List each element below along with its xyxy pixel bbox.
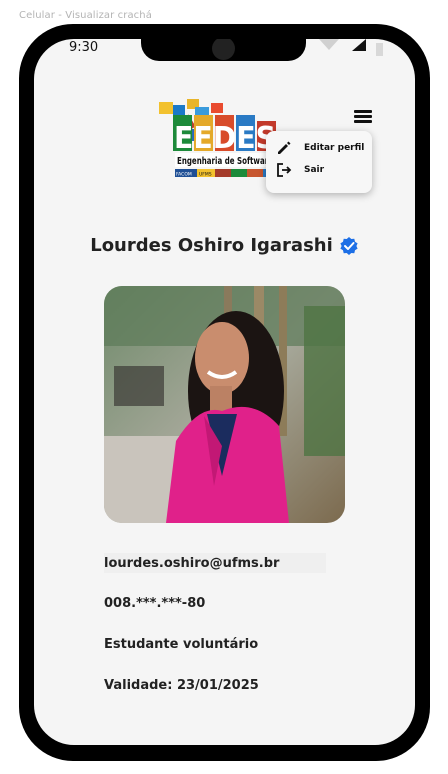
pencil-icon (278, 141, 291, 154)
profile-photo (104, 286, 345, 523)
hamburger-line (354, 110, 372, 113)
menu-item-edit-profile[interactable]: Editar perfil (276, 138, 372, 158)
profile-email: lourdes.oshiro@ufms.br (104, 556, 280, 571)
profile-role: Estudante voluntário (104, 637, 259, 652)
logout-icon (277, 163, 292, 177)
phone-frame: 9:30 EEDES Engenharia de Software FACOM … (19, 24, 430, 761)
battery-icon (376, 43, 383, 56)
phone-notch (141, 39, 306, 61)
frame-label: Celular - Visualizar crachá (19, 10, 152, 21)
status-time: 9:30 (69, 40, 99, 55)
logo-title: EEDES (174, 121, 276, 156)
profile-cpf: 008.***.***-80 (104, 596, 206, 611)
menu-item-label: Sair (304, 165, 325, 175)
signal-icon (352, 39, 366, 51)
eedes-logo: EEDES Engenharia de Software FACOM UFMS (159, 99, 276, 178)
profile-name: Lourdes Oshiro Igarashi (90, 235, 333, 256)
profile-menu: Editar perfil Sair (266, 131, 372, 193)
phone-screen: 9:30 EEDES Engenharia de Software FACOM … (34, 39, 415, 745)
menu-item-logout[interactable]: Sair (276, 160, 372, 180)
profile-validity: Validade: 23/01/2025 (104, 678, 259, 693)
hamburger-line (354, 115, 372, 118)
logo-subtitle: Engenharia de Software (177, 156, 273, 167)
profile-name-row: Lourdes Oshiro Igarashi (34, 235, 415, 256)
logo-badge-ufms: UFMS (199, 172, 212, 178)
menu-button[interactable] (352, 108, 374, 126)
verified-badge-icon (340, 236, 358, 255)
logo-badge-facom: FACOM (176, 172, 192, 178)
hamburger-line (354, 120, 372, 123)
wifi-icon (319, 39, 339, 50)
menu-item-label: Editar perfil (304, 143, 365, 153)
camera-icon (212, 39, 235, 60)
